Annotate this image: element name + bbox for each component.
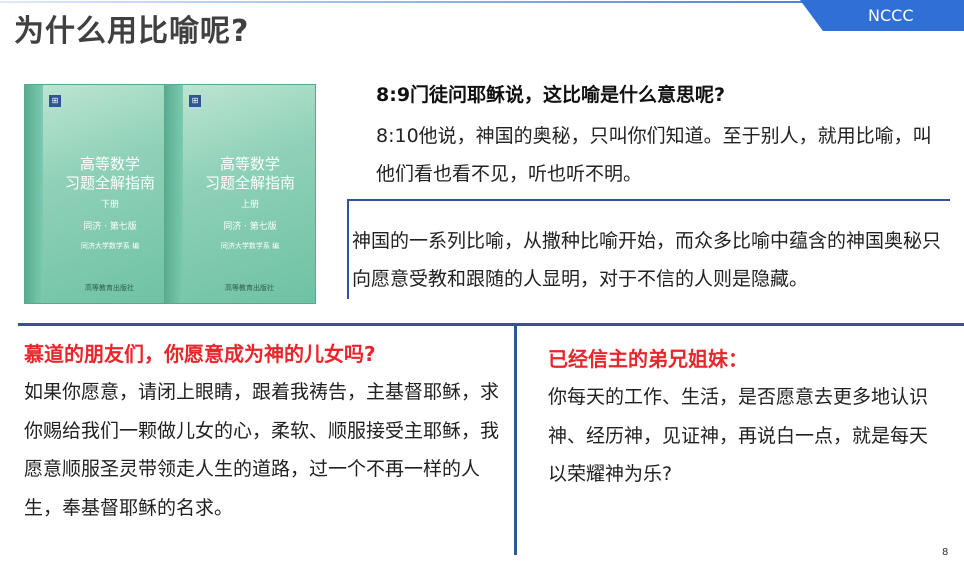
divider-upper (348, 199, 950, 201)
book-spine (25, 85, 43, 303)
book-cover-volume-2: ⊞ 高等数学 习题全解指南 下册 同济 · 第七版 同济大学数学系 编 高等教育… (24, 84, 176, 304)
book-author: 同济大学数学系 编 (220, 242, 280, 250)
divider-middle (18, 323, 964, 326)
book-title-line1: 高等数学 (79, 155, 140, 173)
believers-heading: 已经信主的弟兄姐妹： (548, 347, 748, 371)
book-press: 高等教育出版社 (225, 284, 274, 292)
book-title-line2: 习题全解指南 (204, 174, 295, 192)
book-spine (165, 85, 183, 303)
book-volume: 下册 (100, 200, 119, 210)
page-number: 8 (942, 547, 949, 558)
divider-center-vertical (514, 326, 517, 555)
scripture-answer: 8:10他说，神国的奥秘，只叫你们知道。至于别人，就用比喻，叫他们看也看不见，听… (376, 125, 932, 185)
book-press: 高等教育出版社 (85, 284, 134, 292)
book-edition: 同济 · 第七版 (223, 222, 277, 232)
book-title-line2: 习题全解指南 (64, 174, 155, 192)
publisher-logo-icon: ⊞ (189, 95, 201, 107)
divider-upper-vertical (347, 199, 349, 299)
book-author: 同济大学数学系 编 (80, 242, 140, 250)
page-title: 为什么用比喻呢? (14, 14, 250, 49)
book-title: 高等数学 习题全解指南 (195, 155, 305, 193)
book-cover-volume-1: ⊞ 高等数学 习题全解指南 上册 同济 · 第七版 同济大学数学系 编 高等教育… (164, 84, 316, 304)
explanation-text: 神国的一系列比喻，从撒种比喻开始，而众多比喻中蕴含的神国奥秘只向愿意受教和跟随的… (352, 230, 942, 290)
book-volume: 上册 (240, 200, 259, 210)
badge-label: NCCC (868, 6, 914, 25)
publisher-logo-icon: ⊞ (49, 95, 61, 107)
nccc-badge: NCCC (800, 0, 964, 31)
book-title-line1: 高等数学 (219, 155, 280, 173)
seekers-prayer-text: 如果你愿意，请闭上眼睛，跟着我祷告，主基督耶稣，求你赐给我们一颗做儿女的心，柔软… (24, 381, 500, 519)
book-title: 高等数学 习题全解指南 (55, 155, 165, 193)
believers-text: 你每天的工作、生活，是否愿意去更多地认识神、经历神，见证神，再说白一点，就是每天… (548, 386, 929, 485)
seekers-heading: 慕道的朋友们，你愿意成为神的儿女吗? (24, 342, 376, 366)
books-image: ⊞ 高等数学 习题全解指南 下册 同济 · 第七版 同济大学数学系 编 高等教育… (24, 76, 346, 308)
book-edition: 同济 · 第七版 (83, 222, 137, 232)
scripture-question: 8:9门徒问耶稣说，这比喻是什么意思呢? (376, 84, 726, 106)
